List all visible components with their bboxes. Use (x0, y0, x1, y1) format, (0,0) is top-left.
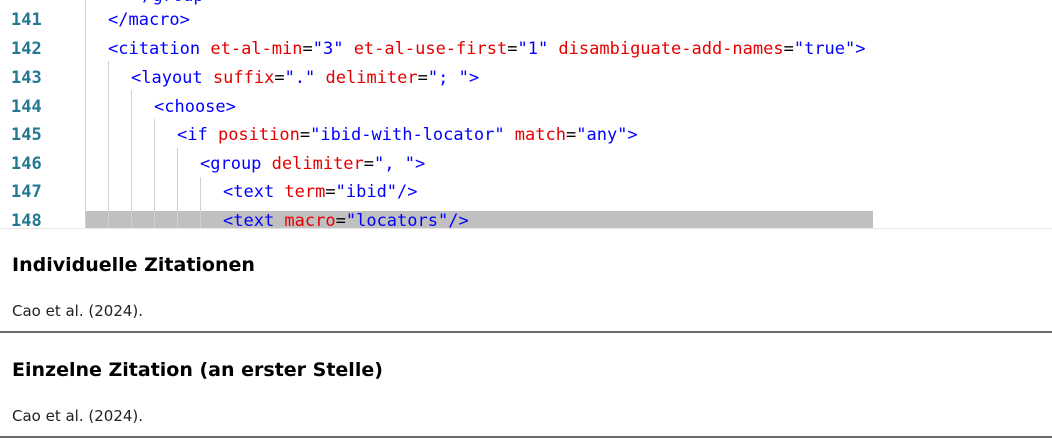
code-token-attr: macro (284, 211, 336, 229)
code-line[interactable]: 144 <choose> (0, 93, 1052, 122)
code-token-tag: <citation (108, 39, 211, 59)
code-token-eq: = (335, 211, 346, 229)
citation-output: Cao et al. (2024). (12, 302, 144, 320)
code-line[interactable]: 142 <citation et-al-min="3" et-al-use-fir… (0, 35, 1052, 64)
code-token-tag: > (627, 125, 638, 145)
code-line[interactable]: 147 <text term="ibid"/> (0, 178, 1052, 207)
code-token-val: "1" (517, 39, 549, 59)
line-number: 145 (11, 125, 42, 145)
code-text: <citation et-al-min="3" et-al-use-first=… (108, 35, 866, 64)
line-number: 148 (11, 211, 42, 229)
code-line[interactable]: 141 </macro> (0, 6, 1052, 35)
code-token-eq: = (274, 68, 285, 88)
line-number: 142 (11, 39, 42, 59)
code-token-attr: position (217, 125, 300, 145)
line-number: 141 (11, 10, 42, 30)
code-token-val: "ibid" (335, 182, 398, 202)
code-token-tag: /> (397, 182, 418, 202)
code-token-val: "locators" (345, 211, 449, 229)
line-number: 146 (11, 154, 42, 174)
code-token-attr: disambiguate-add-names (548, 39, 784, 59)
code-line[interactable]: 145 <if position="ibid-with-locator" matc… (0, 121, 1052, 150)
code-token-attr: delimiter (315, 68, 418, 88)
code-token-tag: /> (448, 211, 469, 229)
code-line[interactable]: 143 <layout suffix="." delimiter="; "> (0, 64, 1052, 93)
section-divider (0, 331, 1052, 333)
code-token-eq: = (363, 154, 375, 174)
code-token-tag: </macro> (108, 10, 190, 30)
code-token-val: "true" (793, 39, 856, 59)
code-token-tag: <if (177, 125, 218, 145)
code-token-attr: delimiter (271, 154, 364, 174)
line-number: 144 (11, 97, 42, 117)
code-token-tag: > (468, 68, 480, 88)
code-token-eq: = (302, 39, 313, 59)
code-token-attr: term (284, 182, 326, 202)
code-text: </macro> (108, 6, 190, 35)
section-divider (0, 436, 1052, 438)
code-token-tag: <choose> (154, 97, 236, 117)
code-token-eq: = (417, 68, 428, 88)
code-token-val: "3" (312, 39, 344, 59)
code-editor[interactable]: </group> 141</macro>142<citation et-al-m… (0, 0, 1052, 229)
code-token-val: ", " (374, 154, 415, 174)
code-token-eq: = (565, 125, 577, 145)
code-token-eq: = (507, 39, 518, 59)
code-text: <text macro="locators"/> (223, 207, 469, 229)
code-token-eq: = (783, 39, 794, 59)
code-token-val: "." (284, 68, 316, 88)
code-text: <group delimiter=", "> (200, 150, 425, 179)
code-token-tag: > (414, 154, 426, 174)
citation-output: Cao et al. (2024). (12, 407, 144, 425)
code-token-val: "ibid-with-locator" (310, 125, 505, 145)
line-number: 143 (11, 68, 42, 88)
code-token-eq: = (299, 125, 311, 145)
section-title: Individuelle Zitationen (12, 254, 255, 276)
code-token-val: "any" (576, 125, 628, 145)
code-token-tag: <group (200, 154, 272, 174)
code-text: <if position="ibid-with-locator" match="… (177, 121, 638, 150)
code-token-val: "; " (427, 68, 469, 88)
code-token-tag: <layout (131, 68, 213, 88)
line-number: 147 (11, 182, 42, 202)
code-text: <layout suffix="." delimiter="; "> (131, 64, 479, 93)
code-token-tag: <text (223, 182, 285, 202)
code-token-attr: et-al-use-first (343, 39, 508, 59)
code-text: <choose> (154, 93, 236, 122)
code-token-attr: match (504, 125, 566, 145)
code-token-tag: <text (223, 211, 285, 229)
section-title: Einzelne Zitation (an erster Stelle) (12, 359, 383, 381)
code-token-attr: et-al-min (210, 39, 303, 59)
code-token-tag: > (855, 39, 866, 59)
code-token-attr: suffix (212, 68, 275, 88)
code-line[interactable]: 148 <text macro="locators"/> (0, 207, 1052, 229)
code-token-eq: = (325, 182, 336, 202)
code-line[interactable]: 146 <group delimiter=", "> (0, 150, 1052, 179)
code-text: <text term="ibid"/> (223, 178, 418, 207)
